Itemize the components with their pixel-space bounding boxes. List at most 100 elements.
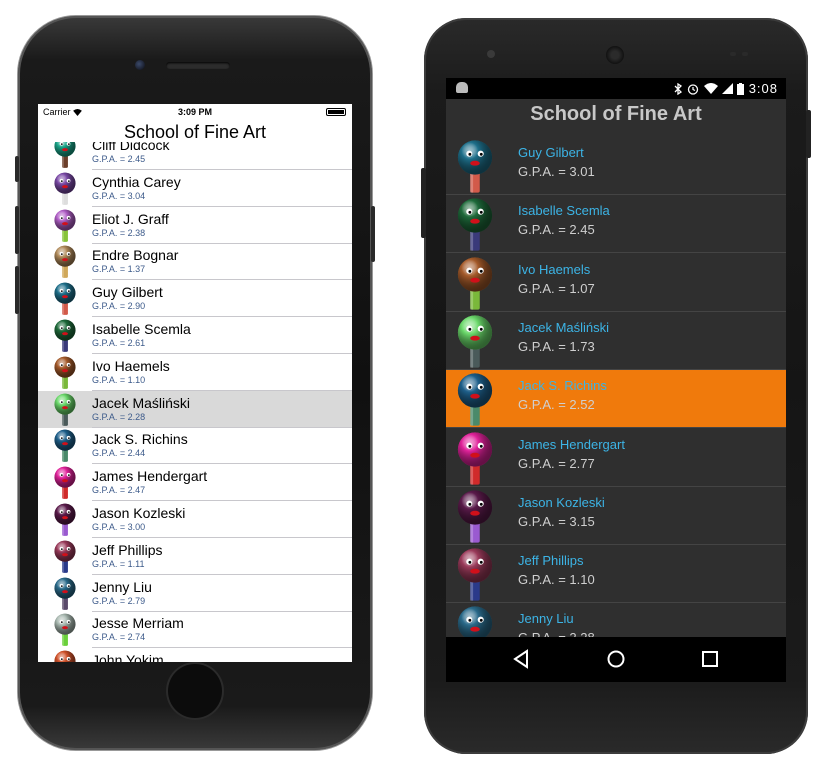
mute-switch [15, 156, 19, 182]
battery-icon [326, 108, 346, 116]
student-gpa: G.P.A. = 2.28 [518, 630, 595, 637]
list-item[interactable]: Endre Bognar G.P.A. = 1.37 [38, 243, 352, 281]
list-item[interactable]: Jason Kozleski G.P.A. = 3.00 [38, 501, 352, 538]
student-name: Endre Bognar [92, 247, 179, 264]
list-item[interactable]: Jesse Merriam G.P.A. = 2.74 [38, 611, 352, 649]
student-name: Ivo Haemels [518, 261, 591, 277]
student-gpa: G.P.A. = 2.38 [92, 227, 146, 238]
avatar [456, 431, 494, 487]
student-avatar-icon [457, 140, 493, 193]
student-name: Isabelle Scemla [518, 203, 610, 219]
list-item[interactable]: Jack S. Richins G.P.A. = 2.44 [38, 427, 352, 465]
list-item[interactable]: John Yokim [38, 648, 352, 662]
student-name: James Hendergart [518, 436, 625, 452]
list-item[interactable]: James Hendergart G.P.A. = 2.47 [38, 464, 352, 502]
student-gpa: G.P.A. = 2.90 [92, 301, 146, 312]
student-name: Jack S. Richins [518, 378, 607, 394]
student-avatar-icon [54, 282, 76, 316]
student-avatar-icon [457, 548, 493, 601]
student-avatar-icon [457, 315, 493, 368]
list-item[interactable]: Jason Kozleski G.P.A. = 3.15 [446, 487, 786, 545]
alarm-icon [688, 84, 699, 95]
list-item[interactable]: Ivo Haemels G.P.A. = 1.07 [446, 254, 786, 312]
proximity-sensor [730, 52, 736, 56]
list-item[interactable]: Jacek Maśliński G.P.A. = 1.73 [446, 312, 786, 370]
light-sensor [742, 52, 748, 56]
cell-signal-icon [722, 83, 733, 94]
list-item[interactable]: Jack S. Richins G.P.A. = 2.52 [446, 370, 786, 429]
list-item[interactable]: Jeff Phillips G.P.A. = 1.11 [38, 538, 352, 575]
android-clock: 3:08 [748, 81, 778, 96]
student-gpa: G.P.A. = 3.15 [518, 513, 595, 529]
avatar [456, 314, 494, 370]
student-name: Ivo Haemels [92, 357, 170, 374]
avatar [52, 613, 78, 647]
power-key [806, 110, 811, 158]
avatar [456, 547, 494, 603]
volume-down-button [15, 266, 19, 314]
student-gpa: G.P.A. = 2.45 [92, 154, 146, 164]
volume-up-button [15, 206, 19, 254]
list-item[interactable]: Isabelle Scemla G.P.A. = 2.61 [38, 317, 352, 354]
list-item[interactable]: James Hendergart G.P.A. = 2.77 [446, 429, 786, 487]
list-item[interactable]: Isabelle Scemla G.P.A. = 2.45 [446, 195, 786, 254]
list-item[interactable]: Jacek Maśliński G.P.A. = 2.28 [38, 390, 352, 428]
student-avatar-icon [54, 142, 76, 168]
student-gpa: G.P.A. = 3.01 [518, 164, 595, 179]
ios-screen: Carrier 3:09 PM School of Fine Art Cliff… [38, 104, 352, 662]
list-item[interactable]: Eliot J. Graff G.P.A. = 2.38 [38, 207, 352, 244]
avatar [52, 650, 78, 662]
list-item[interactable]: Jenny Liu G.P.A. = 2.28 [446, 603, 786, 637]
list-item[interactable]: Jenny Liu G.P.A. = 2.79 [38, 575, 352, 612]
recents-icon[interactable] [700, 649, 720, 669]
student-gpa: G.P.A. = 1.07 [518, 280, 595, 296]
student-avatar-icon [457, 198, 493, 251]
student-list[interactable]: Cliff Didcock G.P.A. = 2.45 Cynthia Carey G… [38, 142, 352, 662]
student-avatar-icon [54, 613, 76, 647]
avatar [456, 197, 494, 253]
student-gpa: G.P.A. = 2.74 [92, 632, 146, 643]
home-button[interactable] [168, 664, 222, 718]
list-item[interactable]: Guy Gilbert G.P.A. = 2.90 [38, 280, 352, 318]
avatar [52, 245, 78, 279]
student-list[interactable]: Guy Gilbert G.P.A. = 3.01 Isabelle Scemla G… [446, 137, 786, 637]
avatar [52, 209, 78, 243]
student-avatar-icon [54, 503, 76, 536]
student-gpa: G.P.A. = 2.47 [92, 485, 146, 496]
student-gpa: G.P.A. = 1.10 [518, 572, 595, 588]
back-icon[interactable] [512, 649, 532, 669]
student-name: Jeff Phillips [92, 541, 163, 558]
list-item[interactable]: Guy Gilbert G.P.A. = 3.01 [446, 137, 786, 195]
avatar [456, 256, 494, 312]
student-gpa: G.P.A. = 2.61 [92, 338, 146, 348]
list-item[interactable]: Cliff Didcock G.P.A. = 2.45 [38, 142, 352, 170]
student-name: Jesse Merriam [92, 615, 184, 632]
student-gpa: G.P.A. = 2.77 [518, 455, 595, 471]
list-item[interactable]: Ivo Haemels G.P.A. = 1.10 [38, 354, 352, 391]
list-item[interactable]: Jeff Phillips G.P.A. = 1.10 [446, 545, 786, 604]
avatar [52, 429, 78, 463]
student-avatar-icon [457, 431, 493, 485]
earpiece-speaker [166, 62, 230, 69]
student-avatar-icon [457, 606, 493, 637]
avatar [456, 372, 494, 428]
avatar [52, 142, 78, 169]
student-gpa: G.P.A. = 2.52 [518, 397, 595, 413]
student-gpa: G.P.A. = 1.10 [92, 374, 146, 385]
student-gpa: G.P.A. = 2.45 [518, 222, 595, 238]
avatar [456, 605, 494, 637]
android-notification-icon [456, 82, 468, 93]
wifi-icon [703, 83, 718, 94]
student-name: Cynthia Carey [92, 173, 181, 190]
student-name: Jason Kozleski [518, 494, 605, 510]
home-icon[interactable] [606, 649, 626, 669]
list-item[interactable]: Cynthia Carey G.P.A. = 3.04 [38, 170, 352, 207]
student-name: Jenny Liu [518, 611, 574, 627]
battery-icon [737, 83, 745, 95]
student-avatar-icon [54, 650, 76, 662]
avatar [52, 319, 78, 353]
student-gpa: G.P.A. = 1.73 [518, 338, 595, 354]
student-avatar-icon [457, 490, 493, 543]
student-name: Eliot J. Graff [92, 210, 169, 227]
avatar [52, 356, 78, 390]
